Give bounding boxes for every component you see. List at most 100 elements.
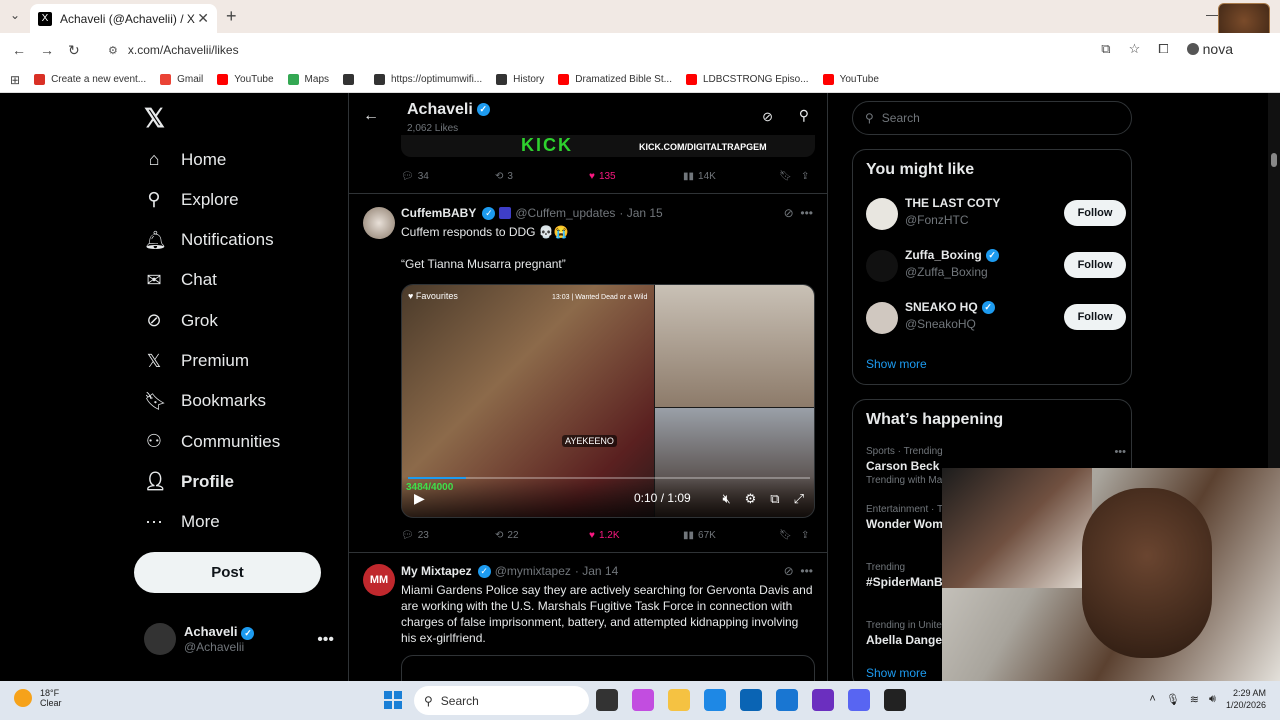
extensions-icon[interactable]: ⧠ <box>1158 41 1168 57</box>
follow-button[interactable]: Follow <box>1064 200 1126 226</box>
share-icon[interactable]: ⇪ <box>801 171 809 182</box>
fullscreen-icon[interactable]: ⤢ <box>794 491 804 507</box>
suggestion-item[interactable]: Zuffa_Boxing ✓ @Zuffa_Boxing Follow <box>866 248 1126 284</box>
author-name[interactable]: My Mixtapez <box>401 564 472 578</box>
taskbar-search[interactable]: ⚲ Search <box>414 686 589 715</box>
bookmark-icon <box>558 74 570 85</box>
video-player[interactable]: ♥ Favourites 13:03 | Wanted Dead or a Wi… <box>401 284 815 518</box>
verified-icon: ✓ <box>476 103 490 117</box>
avatar[interactable] <box>363 207 395 239</box>
tab-search-icon[interactable]: ⌄ <box>10 8 20 22</box>
bookmark-item[interactable] <box>343 74 360 85</box>
reply-button[interactable]: 💬︎ 34 <box>401 171 429 182</box>
nav-item-notifications[interactable]: 🔔︎ Notifications <box>144 230 274 251</box>
site-info-icon[interactable]: ⚙ <box>108 44 118 57</box>
follow-button[interactable]: Follow <box>1064 252 1126 278</box>
install-icon[interactable]: ⧉ <box>1101 41 1110 57</box>
profile-button[interactable]: nova <box>1186 41 1233 57</box>
clock[interactable]: 2:29 AM 1/20/2026 <box>1226 687 1266 711</box>
share-icon[interactable]: ⇪ <box>801 530 809 541</box>
discord-icon[interactable] <box>848 689 870 711</box>
bookmark-item[interactable]: History <box>496 74 544 85</box>
nav-item-grok[interactable]: ⊘ Grok <box>144 310 217 331</box>
chevron-up-icon[interactable]: ˄ <box>1149 693 1155 705</box>
back-arrow-icon[interactable]: ← <box>363 107 379 125</box>
taskview-icon[interactable] <box>596 689 618 711</box>
star-icon[interactable]: ☆ <box>1129 41 1141 57</box>
nav-item-more[interactable]: ⋯ More <box>144 512 220 533</box>
edge-icon[interactable] <box>704 689 726 711</box>
wifi-icon[interactable]: ≋ <box>1190 693 1199 706</box>
mute-icon[interactable]: 🔇︎ <box>722 491 730 507</box>
nav-item-bookmarks[interactable]: 🔖︎ Bookmarks <box>144 391 266 412</box>
url-field[interactable]: ⚙ x.com/Achavelii/likes <box>100 38 1040 62</box>
bookmark-item[interactable]: YouTube <box>822 74 879 85</box>
reload-icon[interactable]: ↻ <box>68 42 80 59</box>
bookmark-icon[interactable]: 🔖︎ <box>779 171 792 182</box>
show-more-link[interactable]: Show more <box>866 357 927 371</box>
mic-icon[interactable]: 🎙︎ <box>1166 693 1180 706</box>
volume-icon[interactable]: 🔊︎ <box>1209 693 1216 706</box>
follow-button[interactable]: Follow <box>1064 304 1126 330</box>
bookmark-item[interactable]: YouTube <box>217 74 274 85</box>
scrollbar-thumb[interactable] <box>1271 153 1277 167</box>
more-dots-icon[interactable]: ••• <box>1114 446 1126 458</box>
show-more-link[interactable]: Show more <box>866 666 927 680</box>
settings-icon[interactable]: ⚙ <box>745 491 757 507</box>
visual-studio-icon[interactable] <box>812 689 834 711</box>
copilot-icon[interactable] <box>632 689 654 711</box>
views-button[interactable]: ▮▮ 14K <box>683 171 716 182</box>
bookmark-item[interactable]: https://optimumwifi... <box>374 74 482 85</box>
tweet-more-icon[interactable]: ⊘ ••• <box>784 564 813 578</box>
close-tab-icon[interactable]: ✕ <box>197 10 209 27</box>
tweet-date[interactable]: · Jan 15 <box>619 206 662 220</box>
video-progress-bar[interactable] <box>408 477 810 479</box>
suggestion-item[interactable]: THE LAST COTY @FonzHTC Follow <box>866 196 1126 232</box>
bookmark-item[interactable]: Create a new event... <box>34 74 146 85</box>
reply-count: 34 <box>417 170 429 182</box>
tweet-more-icon[interactable]: ⊘ ••• <box>784 206 813 220</box>
start-button[interactable] <box>384 691 402 709</box>
author-name[interactable]: CuffemBABY <box>401 206 476 220</box>
suggestion-item[interactable]: SNEAKO HQ ✓ @SneakoHQ Follow <box>866 300 1126 336</box>
repost-button[interactable]: ⟲ 22 <box>495 530 519 541</box>
bookmark-item[interactable]: LDBCSTRONG Episo... <box>685 74 809 85</box>
bookmark-item[interactable]: Gmail <box>160 74 203 85</box>
avatar[interactable]: MM <box>363 564 395 596</box>
bookmark-icon[interactable]: 🔖︎ <box>779 530 792 541</box>
x-logo-icon[interactable]: 𝕏 <box>144 103 165 134</box>
repost-button[interactable]: ⟲ 3 <box>495 171 513 182</box>
nav-item-explore[interactable]: ⚲ Explore <box>144 189 238 210</box>
like-button[interactable]: ♥ 1.2K <box>589 530 620 541</box>
store-icon[interactable] <box>740 689 762 711</box>
post-button[interactable]: Post <box>134 552 321 593</box>
nav-item-profile[interactable]: 👤︎ Profile <box>144 471 234 492</box>
reply-button[interactable]: 💬︎ 23 <box>401 530 429 541</box>
app-icon[interactable] <box>776 689 798 711</box>
github-icon[interactable] <box>884 689 906 711</box>
forward-icon[interactable]: → <box>40 42 54 58</box>
tweet-media[interactable] <box>401 655 815 681</box>
new-tab-button[interactable]: + <box>226 6 237 27</box>
pip-icon[interactable]: ⧉ <box>770 491 779 507</box>
views-button[interactable]: ▮▮ 67K <box>683 530 716 541</box>
like-button[interactable]: ♥ 135 <box>589 171 616 182</box>
bookmark-item[interactable]: Dramatized Bible St... <box>558 74 672 85</box>
browser-tab[interactable]: X Achaveli (@Achavelii) / X ✕ <box>30 4 217 33</box>
back-icon[interactable]: ← <box>12 42 26 58</box>
apps-grid-icon[interactable]: ⊞ <box>10 73 20 87</box>
weather-widget[interactable]: 18°F Clear <box>14 688 62 708</box>
nav-item-home[interactable]: ⌂ Home <box>144 149 227 170</box>
grok-icon[interactable]: ⊘ <box>762 109 773 125</box>
nav-item-communities[interactable]: ⚇ Communities <box>144 431 280 452</box>
bookmark-item[interactable]: Maps <box>287 74 329 85</box>
folder-icon[interactable] <box>668 689 690 711</box>
nav-item-chat[interactable]: ✉ Chat <box>144 270 216 291</box>
account-switcher[interactable]: Achaveli ✓ @Achavelii ••• <box>144 623 334 655</box>
play-icon[interactable]: ▶ <box>414 490 425 507</box>
search-icon[interactable]: ⚲ <box>799 107 809 124</box>
bookmark-label: YouTube <box>839 74 879 85</box>
tweet-date[interactable]: · Jan 14 <box>575 564 618 578</box>
search-input[interactable]: ⚲ Search <box>852 101 1132 135</box>
nav-item-premium[interactable]: 𝕏 Premium <box>144 351 249 372</box>
